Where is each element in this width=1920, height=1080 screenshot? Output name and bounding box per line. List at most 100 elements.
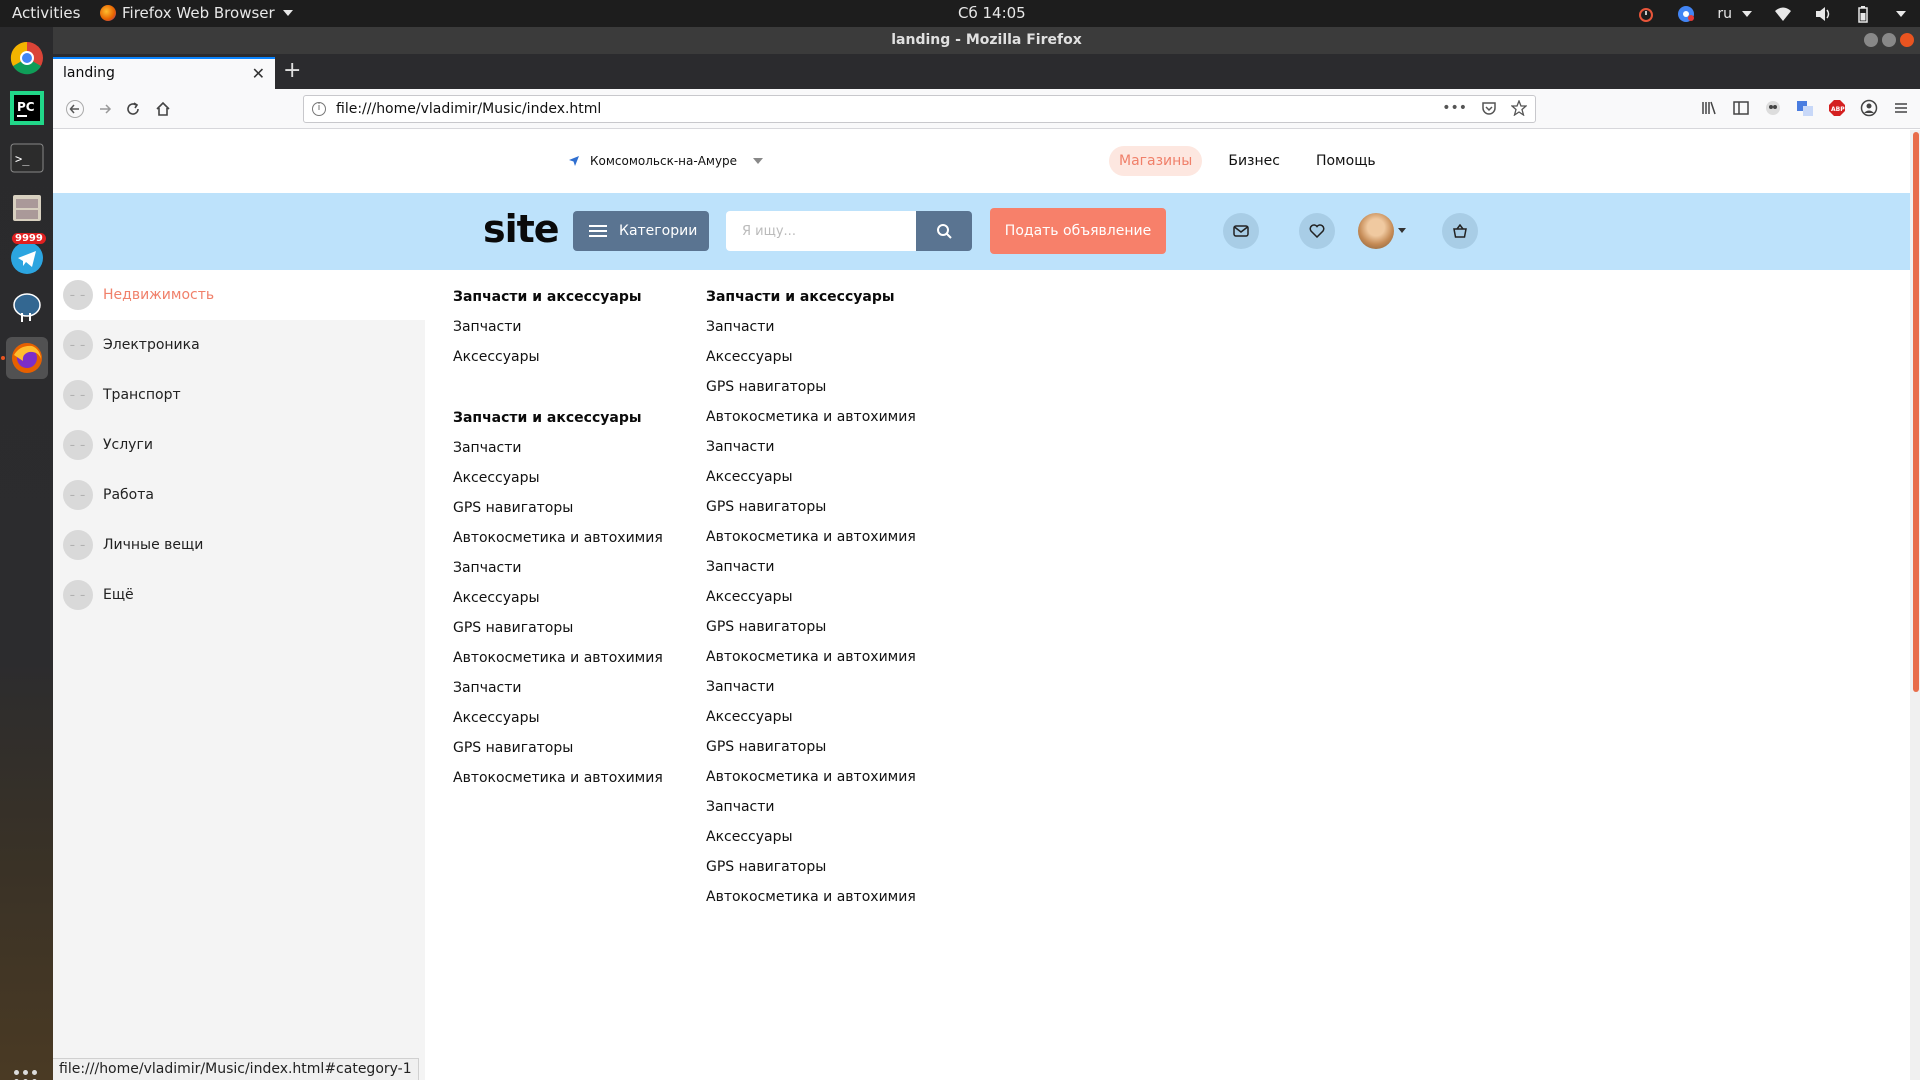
nav-link-help[interactable]: Помощь [1306, 146, 1386, 176]
system-menu-caret-icon[interactable] [1896, 10, 1906, 17]
submenu-link[interactable]: GPS навигаторы [453, 619, 663, 649]
submenu-link[interactable]: Автокосметика и автохимия [706, 408, 916, 438]
city-selector[interactable]: Комсомольск-на-Амуре [568, 154, 764, 168]
pocket-icon[interactable] [1481, 100, 1497, 116]
pycharm-launcher[interactable]: PC [6, 87, 48, 129]
page-scrollbar[interactable] [1910, 130, 1920, 1080]
forward-button[interactable] [93, 97, 117, 121]
minimize-button[interactable] [1864, 33, 1878, 47]
nav-link-business[interactable]: Бизнес [1218, 146, 1290, 176]
site-info-icon[interactable]: i [312, 102, 326, 116]
sidebar-item-electronics[interactable]: – – Электроника [53, 320, 425, 370]
favorites-button[interactable] [1299, 213, 1335, 249]
submenu-link[interactable]: Аксессуары [706, 708, 916, 738]
alarm-clock-icon[interactable] [1637, 5, 1655, 23]
wifi-icon[interactable] [1774, 5, 1792, 23]
search-button[interactable] [916, 211, 972, 251]
tab-landing[interactable]: landing ✕ [53, 57, 275, 89]
submenu-link[interactable]: Автокосметика и автохимия [706, 648, 916, 678]
submenu-link[interactable]: Автокосметика и автохимия [706, 528, 916, 558]
language-indicator[interactable]: ru [1717, 6, 1752, 22]
submenu-link[interactable]: Автокосметика и автохимия [706, 888, 916, 918]
sidebar-item-personal[interactable]: – – Личные вещи [53, 520, 425, 570]
user-avatar[interactable] [1358, 213, 1394, 249]
sidebar-item-services[interactable]: – – Услуги [53, 420, 425, 470]
submenu-link[interactable]: GPS навигаторы [706, 498, 916, 528]
submenu-link[interactable]: Аксессуары [453, 709, 663, 739]
submenu-link[interactable]: Запчасти [706, 318, 916, 348]
cart-button[interactable] [1442, 213, 1478, 249]
messages-button[interactable] [1223, 213, 1259, 249]
nav-link-shops[interactable]: Магазины [1109, 146, 1203, 176]
close-tab-icon[interactable]: ✕ [252, 64, 265, 83]
page-actions-icon[interactable]: ••• [1442, 100, 1467, 116]
chevron-down-icon[interactable] [1398, 228, 1406, 233]
submenu-link[interactable]: GPS навигаторы [453, 739, 663, 769]
bookmark-star-icon[interactable] [1511, 100, 1527, 116]
sidebar-item-real-estate[interactable]: – – Недвижимость [53, 270, 425, 320]
activities-button[interactable]: Activities [12, 4, 80, 22]
sidebar-icon[interactable] [1732, 99, 1750, 117]
submenu-link[interactable]: Аксессуары [706, 348, 916, 378]
submenu-link[interactable]: Запчасти [706, 678, 916, 708]
files-launcher[interactable] [6, 187, 48, 229]
system-top-bar: Activities Firefox Web Browser Сб 14:05 … [0, 0, 1920, 27]
reload-button[interactable] [121, 97, 145, 121]
app-menu[interactable]: Firefox Web Browser [100, 4, 293, 22]
category-placeholder-icon: – – [63, 530, 93, 560]
submenu-link[interactable]: Запчасти [706, 438, 916, 468]
submenu-link[interactable]: Автокосметика и автохимия [453, 649, 663, 679]
sidebar-item-jobs[interactable]: – – Работа [53, 470, 425, 520]
pgadmin-launcher[interactable] [6, 287, 48, 329]
submenu-link[interactable]: Запчасти [453, 559, 663, 589]
translate-icon[interactable] [1796, 99, 1814, 117]
submenu-link[interactable]: GPS навигаторы [453, 499, 663, 529]
chrome-launcher[interactable] [6, 37, 48, 79]
firefox-launcher[interactable] [6, 337, 48, 379]
submenu-link[interactable]: Аксессуары [453, 348, 663, 378]
submenu-link[interactable]: Аксессуары [706, 588, 916, 618]
submenu-link[interactable]: Запчасти [453, 679, 663, 709]
submenu-link[interactable]: Запчасти [453, 439, 663, 469]
submenu-link[interactable]: Запчасти [453, 318, 663, 348]
library-icon[interactable] [1700, 99, 1718, 117]
submenu-link[interactable]: Аксессуары [453, 589, 663, 619]
submenu-link[interactable]: GPS навигаторы [706, 738, 916, 768]
sidebar-item-transport[interactable]: – – Транспорт [53, 370, 425, 420]
terminal-launcher[interactable]: >_ [6, 137, 48, 179]
submenu-link[interactable]: Запчасти [706, 558, 916, 588]
back-button[interactable] [63, 97, 87, 121]
battery-icon[interactable] [1854, 5, 1872, 23]
volume-icon[interactable] [1814, 5, 1832, 23]
categories-button[interactable]: Категории [573, 211, 709, 251]
submenu-link[interactable]: GPS навигаторы [706, 378, 916, 408]
submenu-link[interactable]: Запчасти [706, 798, 916, 828]
maximize-button[interactable] [1882, 33, 1896, 47]
scrollbar-thumb[interactable] [1913, 132, 1919, 692]
search-input[interactable] [726, 211, 916, 251]
close-window-button[interactable] [1900, 33, 1914, 47]
home-button[interactable] [151, 97, 175, 121]
submenu-link[interactable]: Аксессуары [453, 469, 663, 499]
show-applications-button[interactable] [14, 1070, 37, 1080]
new-tab-button[interactable]: + [283, 58, 301, 84]
submenu-link[interactable]: Автокосметика и автохимия [706, 768, 916, 798]
chrome-notify-icon[interactable] [1677, 5, 1695, 23]
telegram-launcher[interactable]: 9999 [6, 233, 48, 279]
submenu-link[interactable]: Аксессуары [706, 468, 916, 498]
account-icon[interactable] [1860, 99, 1878, 117]
site-logo[interactable]: site [483, 207, 560, 251]
submenu-link[interactable]: Автокосметика и автохимия [453, 529, 663, 559]
clock[interactable]: Сб 14:05 [958, 4, 1026, 22]
submenu-link[interactable]: GPS навигаторы [706, 618, 916, 648]
submenu-link[interactable]: GPS навигаторы [706, 858, 916, 888]
sidebar-item-more[interactable]: – – Ещё [53, 570, 425, 620]
extension-spy-icon[interactable] [1764, 99, 1782, 117]
hamburger-menu-icon[interactable] [1892, 99, 1910, 117]
submenu-link[interactable]: Аксессуары [706, 828, 916, 858]
url-text[interactable]: file:///home/vladimir/Music/index.html [336, 101, 601, 117]
adblock-icon[interactable]: ABP [1828, 99, 1846, 117]
address-bar[interactable]: i file:///home/vladimir/Music/index.html… [303, 95, 1536, 123]
submenu-link[interactable]: Автокосметика и автохимия [453, 769, 663, 799]
post-ad-button[interactable]: Подать объявление [990, 208, 1166, 254]
